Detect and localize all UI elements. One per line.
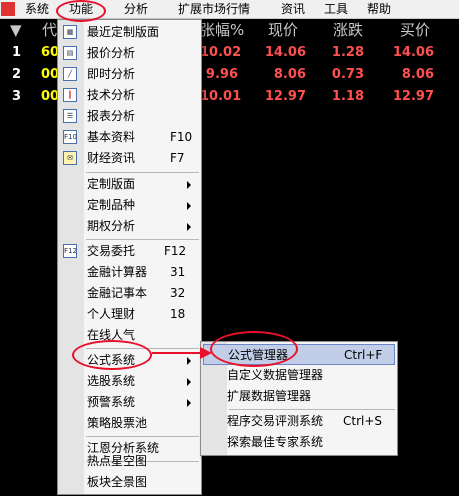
annotation-arrow [152,347,212,359]
annotation-arrow-head [200,347,212,359]
